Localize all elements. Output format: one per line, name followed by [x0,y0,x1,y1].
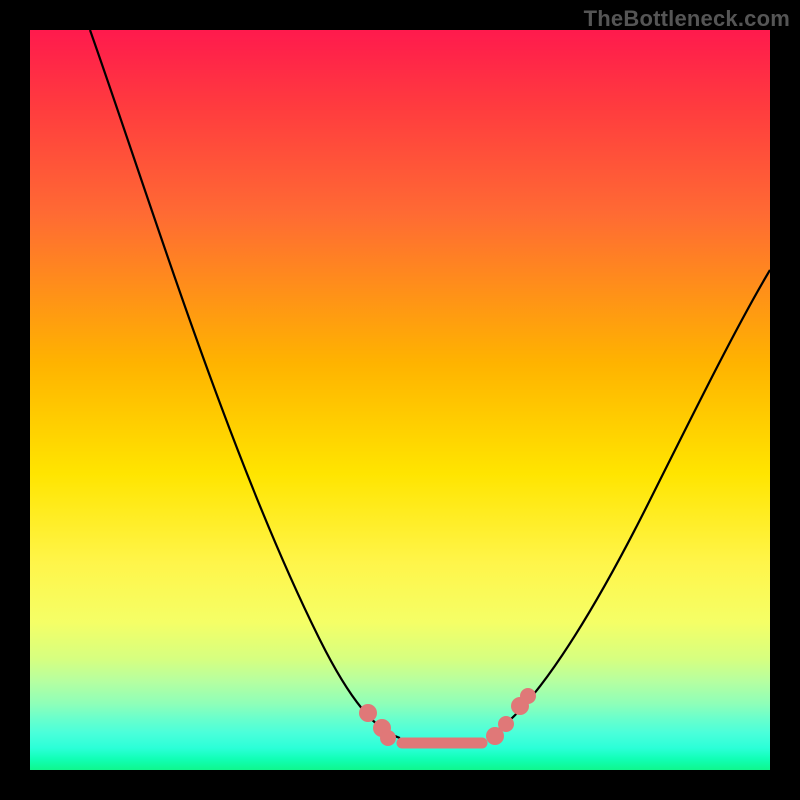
marker-dot [380,730,396,746]
plot-area [30,30,770,770]
bottleneck-curve-left [90,30,400,738]
watermark-text: TheBottleneck.com [584,6,790,32]
marker-dot [359,704,377,722]
chart-frame: TheBottleneck.com [0,0,800,800]
bottleneck-curve-right [488,270,770,736]
marker-dot [520,688,536,704]
curve-svg [30,30,770,770]
marker-dot [498,716,514,732]
